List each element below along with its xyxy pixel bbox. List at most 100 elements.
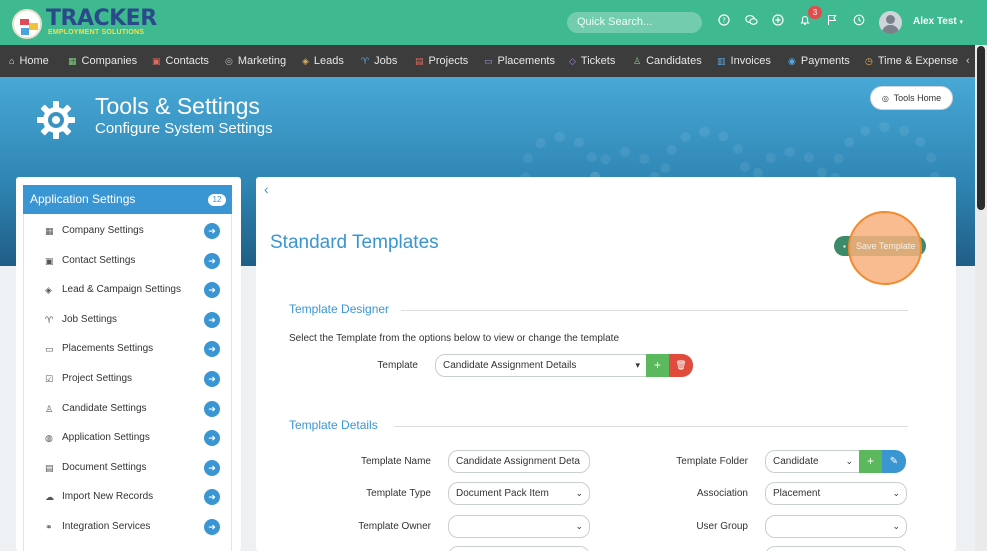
add-folder-button[interactable]: +: [859, 450, 882, 473]
template-select[interactable]: Candidate Assignment Details ▾: [435, 354, 647, 377]
plus-circle-icon[interactable]: [770, 14, 786, 30]
nav-time-expense[interactable]: ◷ Time & Expense: [865, 45, 958, 77]
building-icon: ▦: [45, 226, 54, 236]
nav-marketing[interactable]: ◎ Marketing: [225, 45, 286, 77]
nav-candidates[interactable]: ♙ Candidates: [633, 45, 702, 77]
sidebar-item-label: Company Settings: [62, 225, 144, 236]
sidebar-item-contact-settings[interactable]: ▣ Contact Settings ➜: [24, 247, 231, 276]
template-type-label: Template Type: [366, 488, 431, 499]
sidebar-item-label: Placements Settings: [62, 343, 154, 354]
sidebar-header[interactable]: Application Settings 12: [23, 185, 232, 214]
nav-label: Home: [19, 55, 49, 67]
nav-jobs[interactable]: ♈ Jobs: [361, 45, 397, 77]
arrow-right-icon[interactable]: ➜: [204, 489, 220, 505]
contact-icon: ▣: [152, 56, 161, 66]
sidebar-item-label: Project Settings: [62, 373, 133, 384]
nav-placements[interactable]: ▭ Placements: [484, 45, 555, 77]
nav-tickets[interactable]: ◇ Tickets: [569, 45, 615, 77]
next-field-input[interactable]: [765, 546, 907, 551]
chevron-down-icon: ⌄: [575, 521, 583, 531]
people-icon: ♙: [45, 404, 54, 414]
sidebar-item-label: Job Settings: [62, 314, 118, 325]
page-subtitle: Configure System Settings: [95, 120, 273, 137]
template-folder-select[interactable]: Candidate ⌄: [765, 450, 860, 473]
template-select-value: Candidate Assignment Details: [443, 360, 577, 371]
notification-count-badge: 3: [808, 6, 822, 19]
logo-text: TRACKER: [46, 6, 157, 31]
sidebar-item-application-settings[interactable]: ◍ Application Settings ➜: [24, 424, 231, 453]
scrollbar-thumb[interactable]: [977, 46, 985, 210]
arrow-right-icon[interactable]: ➜: [204, 282, 220, 298]
tracker-logo[interactable]: TRACKER EMPLOYMENT SOLUTIONS: [12, 7, 157, 39]
arrow-right-icon[interactable]: ➜: [204, 460, 220, 476]
nav-leads[interactable]: ◈ Leads: [302, 45, 344, 77]
template-type-select[interactable]: Document Pack Item ⌄: [448, 482, 590, 505]
sidebar-item-label: Candidate Settings: [62, 403, 147, 414]
chat-icon[interactable]: [743, 14, 759, 30]
arrow-right-icon[interactable]: ➜: [204, 223, 220, 239]
tools-home-button[interactable]: ◎ Tools Home: [870, 86, 953, 110]
delete-template-button[interactable]: 🗑: [669, 354, 693, 377]
add-template-button[interactable]: +: [646, 354, 669, 377]
nav-home[interactable]: ⌂ Home: [9, 45, 49, 77]
target-icon: ◎: [881, 94, 889, 103]
building-icon: ▦: [68, 56, 77, 66]
association-select[interactable]: Placement ⌄: [765, 482, 907, 505]
nav-payments[interactable]: ◉ Payments: [788, 45, 850, 77]
arrow-right-icon[interactable]: ➜: [204, 341, 220, 357]
trophy-icon: ♈: [45, 315, 54, 325]
contact-card-icon: ▣: [45, 256, 54, 266]
flag-icon[interactable]: [824, 14, 840, 30]
edit-folder-button[interactable]: ✎: [882, 450, 906, 473]
nav-invoices[interactable]: ▥ Invoices: [717, 45, 771, 77]
arrow-right-icon[interactable]: ➜: [204, 430, 220, 446]
sidebar-item-import-new-records[interactable]: ☁ Import New Records ➜: [24, 483, 231, 512]
user-avatar[interactable]: [879, 11, 902, 34]
sidebar-item-placements-settings[interactable]: ▭ Placements Settings ➜: [24, 335, 231, 364]
globe-icon: ◍: [45, 433, 53, 443]
nav-label: Payments: [800, 55, 850, 67]
page-title: Tools & Settings: [95, 93, 260, 119]
divider: [394, 426, 908, 427]
template-owner-select[interactable]: ⌄: [448, 515, 590, 538]
sidebar-header-label: Application Settings: [30, 192, 136, 206]
sidebar-item-label: Contact Settings: [62, 255, 136, 266]
template-name-value: Candidate Assignment Deta: [456, 456, 580, 467]
arrow-right-icon[interactable]: ➜: [204, 519, 220, 535]
arrow-right-icon[interactable]: ➜: [204, 253, 220, 269]
user-menu[interactable]: Alex Test ▾: [913, 16, 963, 27]
document-icon: ▤: [45, 463, 54, 473]
page-scrollbar[interactable]: [975, 45, 987, 551]
arrow-right-icon[interactable]: ➜: [204, 371, 220, 387]
nav-contacts[interactable]: ▣ Contacts: [152, 45, 209, 77]
nav-label: Invoices: [730, 55, 771, 67]
save-template-label[interactable]: Save Template: [856, 241, 915, 251]
nav-label: Leads: [313, 55, 344, 67]
sidebar-item-lead-campaign-settings[interactable]: ◈ Lead & Campaign Settings ➜: [24, 276, 231, 305]
nav-more-icon[interactable]: ‹: [966, 45, 970, 77]
next-field-input[interactable]: [448, 546, 590, 551]
nav-label: Time & Expense: [877, 55, 959, 67]
checkbox-icon: ☑: [45, 374, 54, 384]
arrow-right-icon[interactable]: ➜: [204, 312, 220, 328]
arrow-right-icon[interactable]: ➜: [204, 401, 220, 417]
sidebar-item-candidate-settings[interactable]: ♙ Candidate Settings ➜: [24, 395, 231, 424]
back-chevron-icon[interactable]: ‹: [264, 181, 269, 197]
history-icon[interactable]: [851, 14, 867, 30]
sidebar-item-project-settings[interactable]: ☑ Project Settings ➜: [24, 365, 231, 394]
sidebar-item-label: Import New Records: [62, 491, 154, 502]
sidebar-item-job-settings[interactable]: ♈ Job Settings ➜: [24, 306, 231, 335]
help-icon[interactable]: ?: [716, 14, 732, 30]
sidebar-item-company-settings[interactable]: ▦ Company Settings ➜: [24, 217, 231, 246]
sidebar-item-integration-services[interactable]: ⚭ Integration Services ➜: [24, 513, 231, 542]
nav-label: Tickets: [580, 55, 616, 67]
template-name-input[interactable]: Candidate Assignment Deta: [448, 450, 590, 473]
nav-companies[interactable]: ▦ Companies: [68, 45, 137, 77]
target-icon: ◈: [302, 56, 309, 66]
sidebar-item-document-settings[interactable]: ▤ Document Settings ➜: [24, 454, 231, 483]
cloud-upload-icon: ☁: [45, 492, 54, 502]
user-group-select[interactable]: ⌄: [765, 515, 907, 538]
quick-search-input[interactable]: Quick Search...: [567, 12, 702, 33]
link-icon: ⚭: [45, 522, 53, 532]
nav-projects[interactable]: ▤ Projects: [415, 45, 468, 77]
